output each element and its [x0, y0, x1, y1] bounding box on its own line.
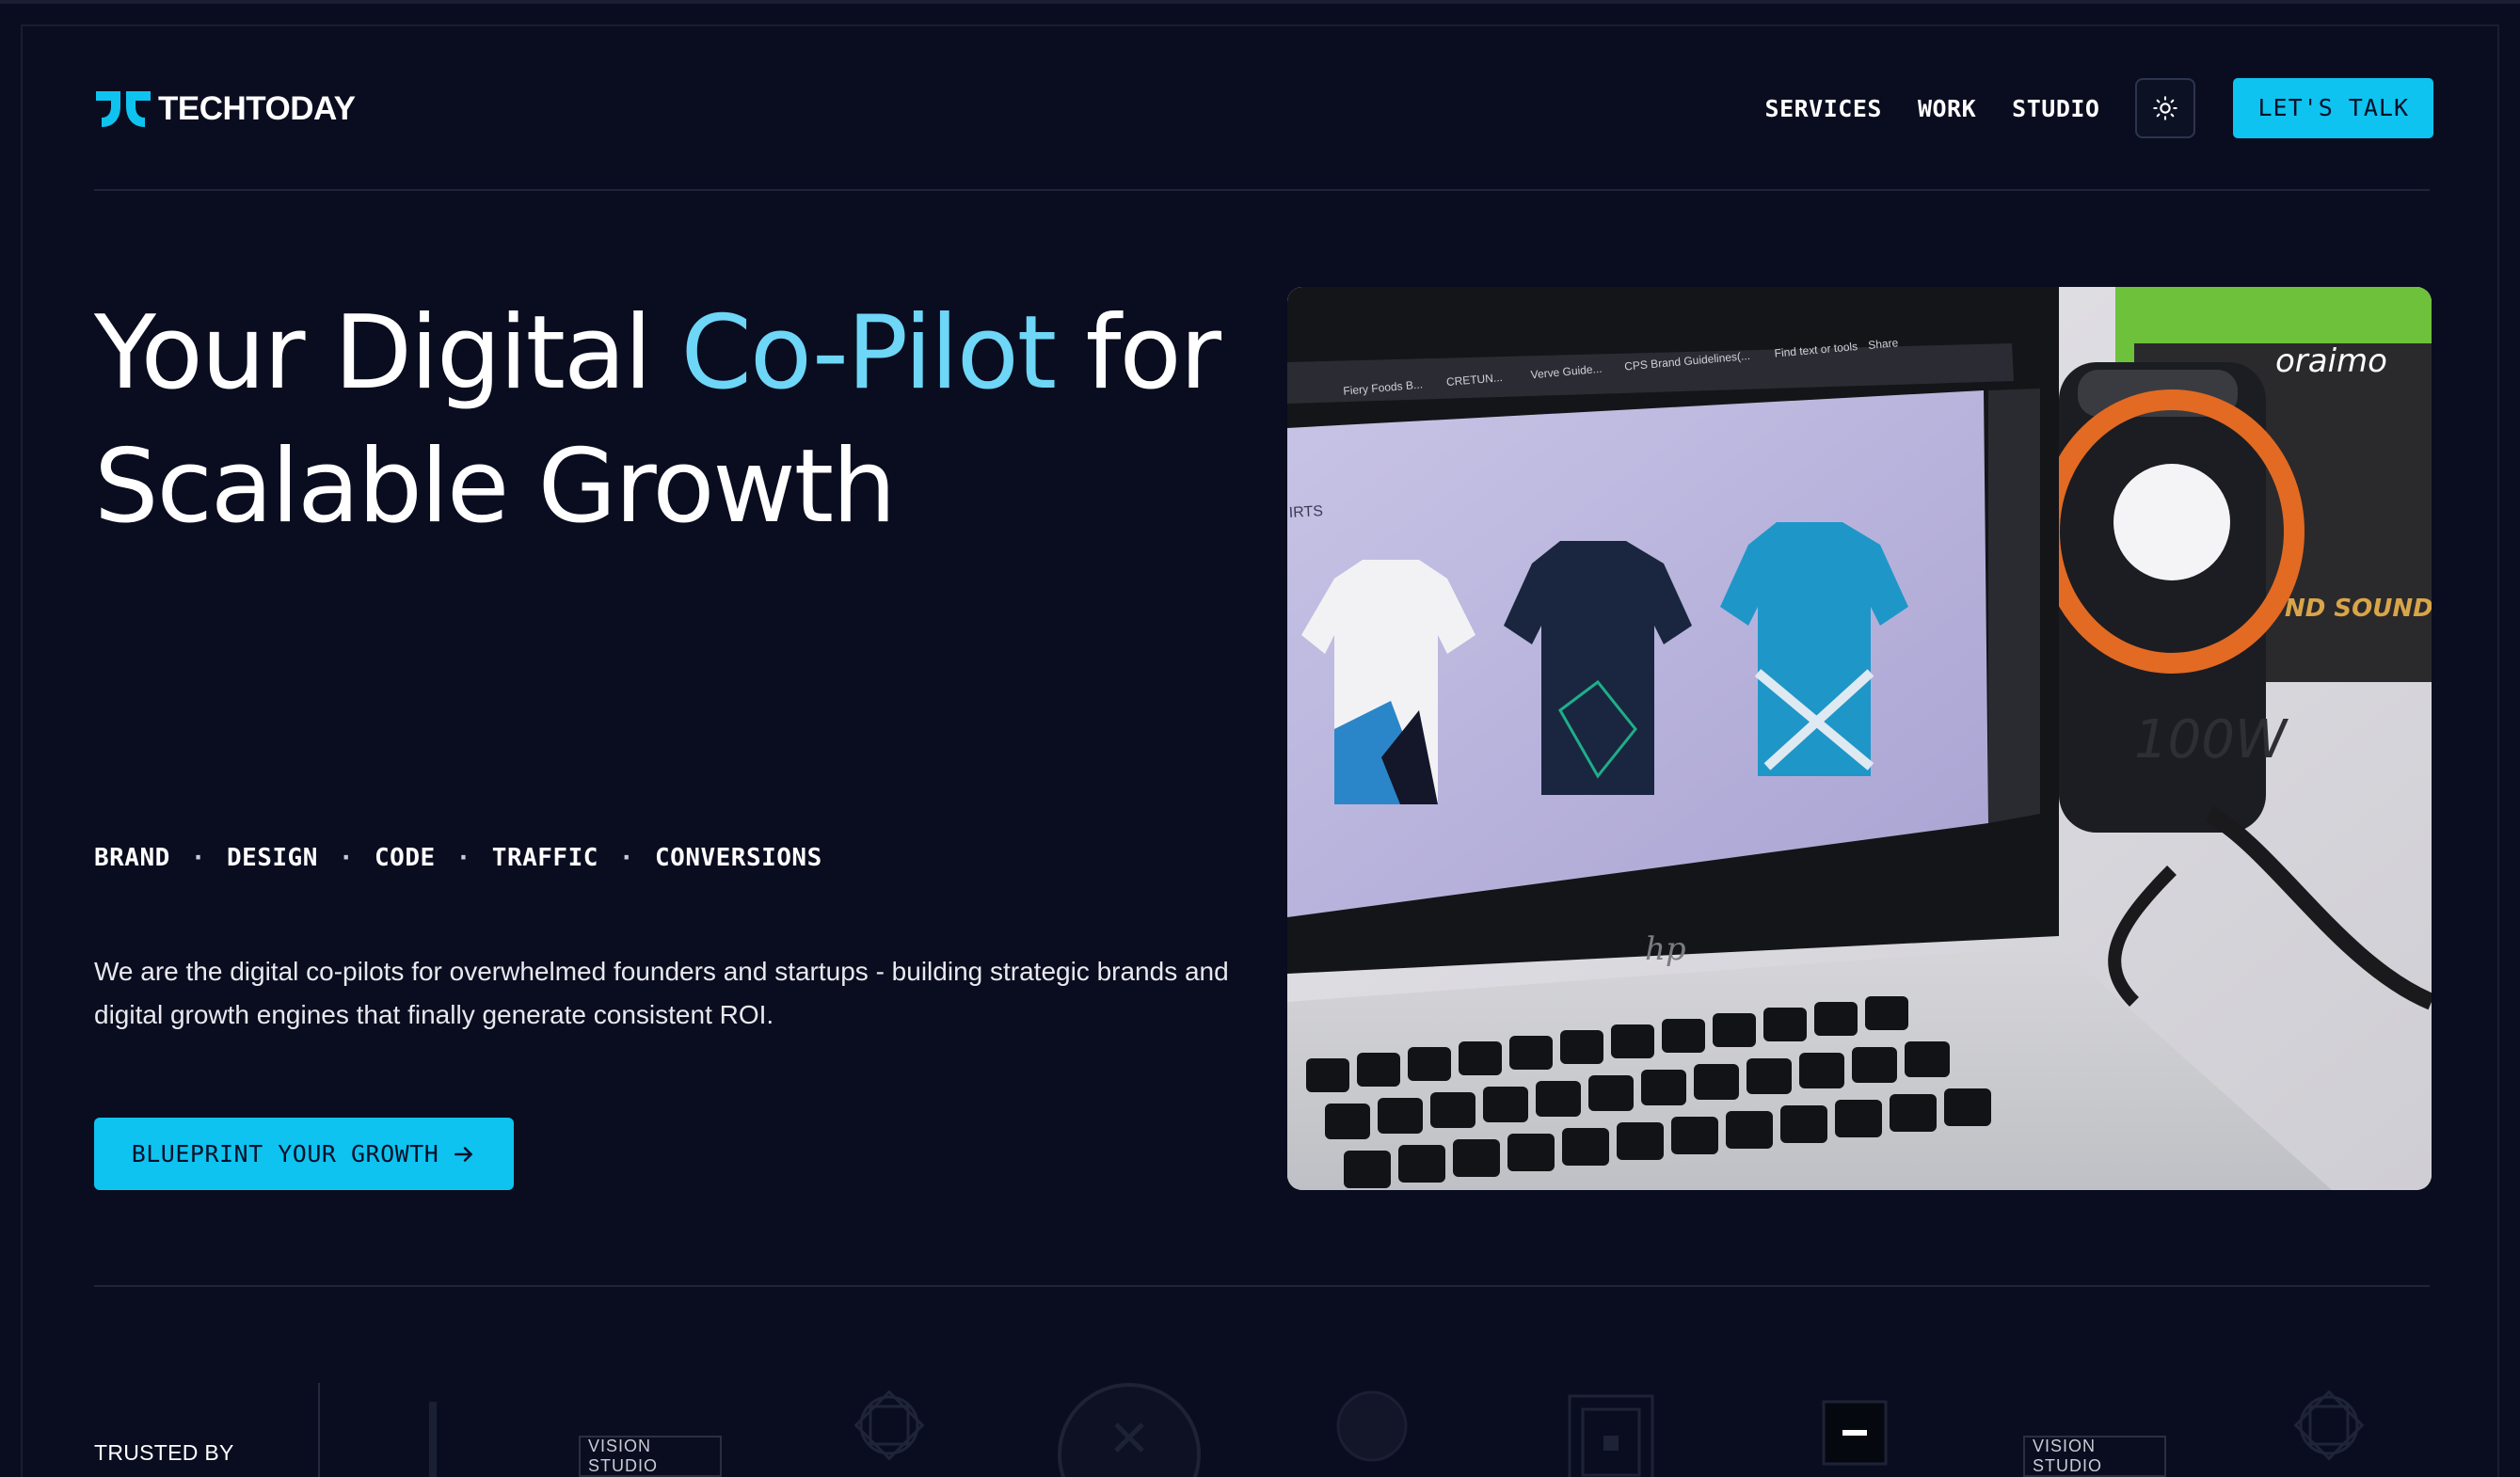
svg-text:ND SOUND: ND SOUND	[2285, 595, 2432, 623]
tag-separator: ·	[338, 844, 355, 872]
svg-text:IRTS: IRTS	[1288, 503, 1323, 521]
svg-text:hp: hp	[1645, 930, 1686, 968]
partner-logo-1	[429, 1402, 437, 1477]
partner-logo-geometric-2	[2293, 1390, 2365, 1461]
tag-conversions: CONVERSIONS	[655, 844, 822, 872]
service-tags: BRAND · DESIGN · CODE · TRAFFIC · CONVER…	[94, 844, 822, 872]
tag-separator: ·	[190, 844, 206, 872]
tag-separator: ·	[618, 844, 635, 872]
cta-label: BLUEPRINT YOUR GROWTH	[131, 1140, 439, 1167]
tag-traffic: TRAFFIC	[491, 844, 598, 872]
tag-code: CODE	[375, 844, 436, 872]
header-divider	[94, 189, 2430, 191]
partner-logo-circle	[1058, 1383, 1201, 1477]
brand-logo[interactable]: TECHTODAY	[94, 89, 356, 129]
nav-services[interactable]: SERVICES	[1765, 95, 1882, 122]
laptop-photo: oraimo ND SOUND 100W Fiery Foods B... CR…	[1287, 287, 2432, 1190]
partner-logo-geometric	[853, 1390, 925, 1461]
tag-brand: BRAND	[94, 844, 170, 872]
partner-logo-round	[1336, 1390, 1408, 1462]
blueprint-growth-button[interactable]: BLUEPRINT YOUR GROWTH	[94, 1118, 514, 1190]
main-nav: SERVICES WORK STUDIO LET'S TALK	[1765, 78, 2433, 138]
lets-talk-button[interactable]: LET'S TALK	[2233, 78, 2433, 138]
hero-divider	[94, 1285, 2430, 1287]
tag-separator: ·	[455, 844, 471, 872]
techtoday-logo-icon	[96, 91, 151, 127]
tag-design: DESIGN	[226, 844, 318, 872]
trusted-divider	[318, 1383, 320, 1477]
theme-toggle-button[interactable]	[2135, 78, 2196, 138]
trusted-by-label: TRUSTED BY	[94, 1440, 234, 1465]
svg-text:100W: 100W	[2134, 709, 2289, 770]
nav-work[interactable]: WORK	[1918, 95, 1976, 122]
hero-title: Your Digital Co-Pilot for Scalable Growt…	[94, 294, 1221, 546]
sun-icon	[2153, 96, 2178, 120]
nav-studio[interactable]: STUDIO	[2012, 95, 2099, 122]
partner-logo-vision-studio: VISION STUDIO	[579, 1436, 722, 1477]
hero-title-accent: Co-Pilot	[680, 294, 1057, 412]
partner-logo-minus	[1822, 1400, 1888, 1466]
svg-text:oraimo: oraimo	[2275, 342, 2387, 380]
hero-image: oraimo ND SOUND 100W Fiery Foods B... CR…	[1287, 287, 2432, 1190]
hero-description: We are the digital co-pilots for overwhe…	[94, 957, 1229, 1029]
partner-logo-frame	[1568, 1394, 1654, 1477]
arrow-right-icon	[455, 1146, 473, 1162]
brand-name: TECHTODAY	[158, 90, 356, 127]
partner-logo-vision-studio-2: VISION STUDIO	[2023, 1436, 2166, 1477]
